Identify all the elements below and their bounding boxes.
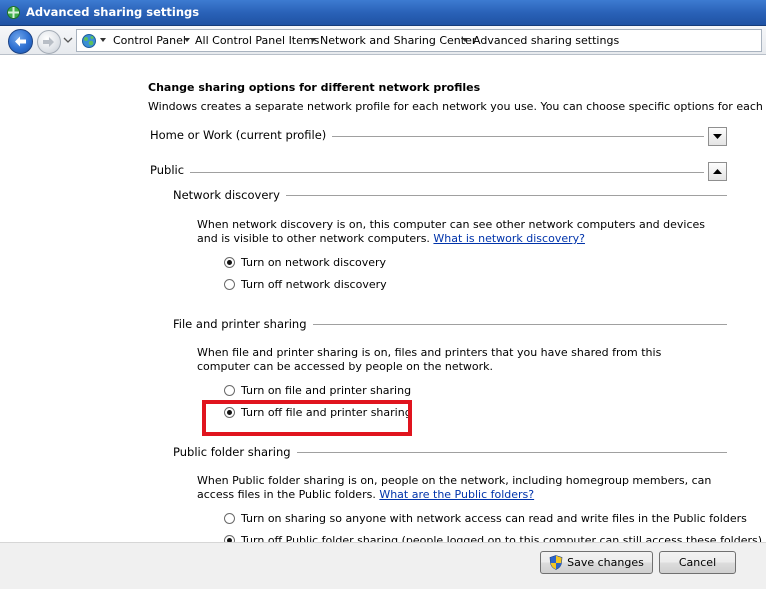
network-discovery-description: When network discovery is on, this compu… — [197, 218, 727, 246]
radio-button[interactable] — [224, 535, 235, 542]
cancel-label: Cancel — [678, 556, 717, 569]
network-discovery-title: Network discovery — [173, 188, 286, 202]
breadcrumb-all-control-panel-items[interactable]: All Control Panel Items — [195, 34, 319, 47]
network-discovery-help-link[interactable]: What is network discovery? — [433, 232, 585, 245]
main-content: Change sharing options for different net… — [0, 56, 766, 542]
breadcrumb-network-and-sharing-center[interactable]: Network and Sharing Center — [320, 34, 476, 47]
file-printer-sharing-description: When file and printer sharing is on, fil… — [197, 346, 662, 373]
radio-turn-off-network-discovery[interactable]: Turn off network discovery — [224, 278, 387, 291]
radio-label: Turn off network discovery — [241, 278, 387, 291]
network-sharing-icon — [7, 6, 20, 19]
uac-shield-icon — [549, 555, 563, 570]
radio-button[interactable] — [224, 257, 235, 268]
radio-label: Turn off Public folder sharing (people l… — [241, 534, 763, 542]
breadcrumb-separator-icon[interactable] — [100, 38, 106, 42]
public-folders-help-link[interactable]: What are the Public folders? — [379, 488, 534, 501]
divider — [150, 172, 704, 173]
network-icon — [82, 34, 96, 48]
collapse-public-button[interactable] — [708, 162, 727, 181]
radio-label: Turn on file and printer sharing — [241, 384, 412, 397]
file-printer-sharing-title: File and printer sharing — [173, 317, 313, 331]
cancel-button[interactable]: Cancel — [659, 551, 736, 574]
radio-turn-on-file-printer-sharing[interactable]: Turn on file and printer sharing — [224, 384, 411, 397]
expand-home-work-button[interactable] — [708, 127, 727, 146]
page-description: Windows creates a separate network profi… — [148, 100, 766, 113]
navigation-bar: Control Panel All Control Panel Items Ne… — [0, 26, 766, 55]
radio-turn-on-network-discovery[interactable]: Turn on network discovery — [224, 256, 386, 269]
back-button[interactable] — [8, 29, 33, 54]
save-changes-button[interactable]: Save changes — [540, 551, 653, 574]
forward-arrow-icon — [43, 37, 54, 47]
profile-home-work-label[interactable]: Home or Work (current profile) — [150, 128, 333, 142]
highlight-box — [202, 400, 412, 436]
breadcrumb-separator-icon[interactable] — [310, 38, 316, 42]
save-changes-label: Save changes — [567, 556, 644, 569]
radio-label: Turn on network discovery — [241, 256, 387, 269]
back-arrow-icon — [15, 36, 26, 47]
chevron-down-icon — [713, 134, 722, 139]
radio-button[interactable] — [224, 279, 235, 290]
radio-turn-off-public-folder-sharing[interactable]: Turn off Public folder sharing (people l… — [224, 534, 762, 542]
title-bar: Advanced sharing settings — [0, 0, 766, 26]
page-title: Change sharing options for different net… — [148, 81, 481, 94]
footer-bar: Save changes Cancel — [0, 542, 766, 589]
address-bar[interactable]: Control Panel All Control Panel Items Ne… — [76, 29, 762, 52]
public-folder-sharing-description: When Public folder sharing is on, people… — [197, 474, 717, 502]
radio-button[interactable] — [224, 385, 235, 396]
chevron-up-icon — [713, 169, 722, 174]
breadcrumb-advanced-sharing-settings[interactable]: Advanced sharing settings — [473, 34, 619, 47]
forward-button[interactable] — [37, 30, 61, 54]
breadcrumb-separator-icon[interactable] — [184, 38, 190, 42]
window-title: Advanced sharing settings — [26, 5, 200, 19]
recent-pages-chevron-down-icon[interactable] — [63, 35, 73, 45]
profile-public-label[interactable]: Public — [150, 163, 191, 177]
radio-button[interactable] — [224, 513, 235, 524]
breadcrumb-control-panel[interactable]: Control Panel — [113, 34, 186, 47]
public-folder-sharing-title: Public folder sharing — [173, 445, 297, 459]
radio-label: Turn on sharing so anyone with network a… — [241, 512, 747, 525]
breadcrumb-separator-icon[interactable] — [462, 38, 468, 42]
radio-turn-on-public-folder-sharing[interactable]: Turn on sharing so anyone with network a… — [224, 512, 747, 525]
